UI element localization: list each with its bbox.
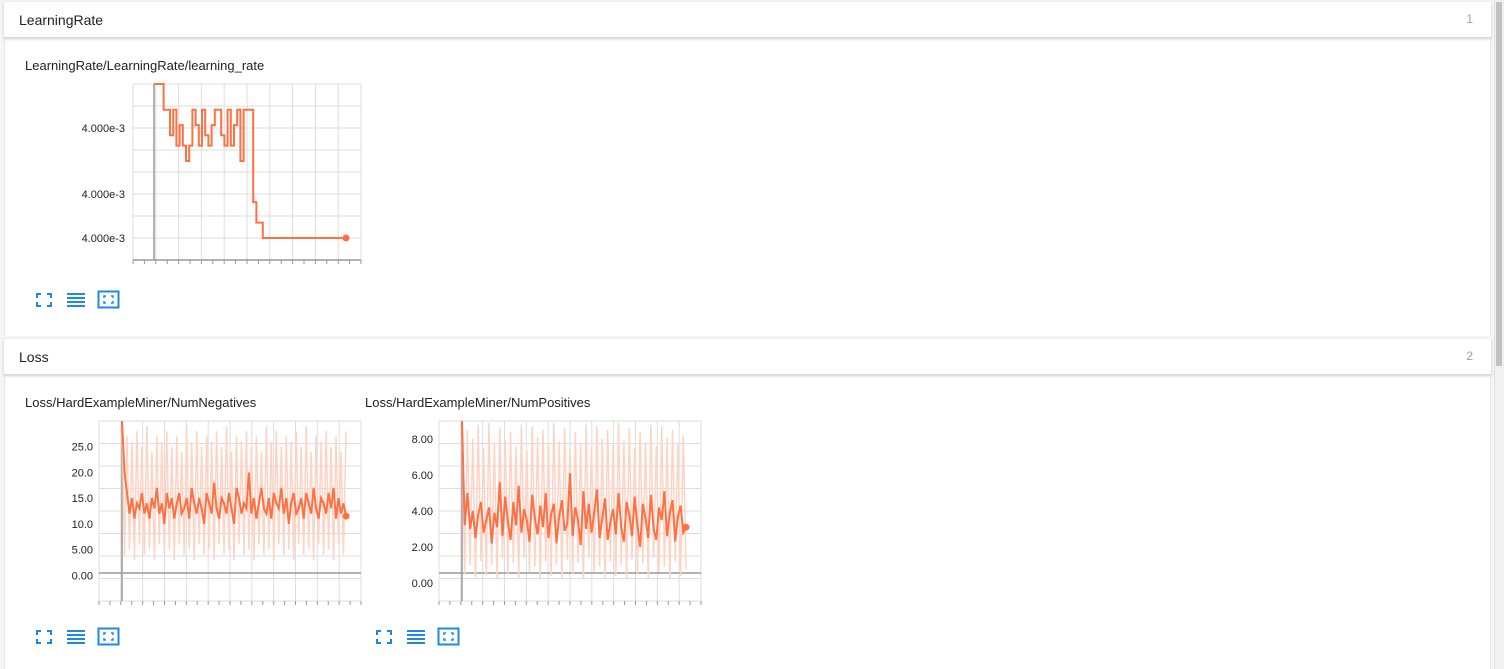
list-icon[interactable] [65,627,87,647]
y-tick-label: 15.0 [72,493,93,505]
group-count: 2 [1466,349,1473,363]
y-tick-label: 8.00 [412,434,433,446]
chart-card-num-positives: Loss/HardExampleMiner/NumPositives 0.00 2… [345,375,705,665]
y-tick-label: 0.00 [412,578,433,590]
card-title: Loss/HardExampleMiner/NumNegatives [25,395,257,410]
line-chart[interactable]: 4.000e-3 4.000e-3 4.000e-3 [5,78,365,318]
card-title: Loss/HardExampleMiner/NumPositives [365,395,591,410]
list-icon[interactable] [65,290,87,310]
chart-card-learning-rate: LearningRate/LearningRate/learning_rate … [5,38,365,328]
group-count: 1 [1466,12,1473,26]
fullscreen-icon[interactable] [33,290,55,310]
y-tick-label: 5.00 [72,545,93,557]
group-body-learningrate: LearningRate/LearningRate/learning_rate … [4,38,1491,336]
line-chart[interactable]: 0.00 5.00 10.0 15.0 20.0 25.0 [5,415,365,655]
chart-toolbar [373,627,473,647]
fullscreen-icon[interactable] [373,627,395,647]
group-header-loss[interactable]: Loss 2 [4,339,1491,375]
group-title: LearningRate [19,12,104,28]
y-tick-label: 4.00 [412,506,433,518]
group-body-loss: Loss/HardExampleMiner/NumNegatives 0.00 5… [4,375,1491,669]
line-chart[interactable]: 0.00 2.00 4.00 6.00 8.00 [345,415,705,655]
y-tick-label: 2.00 [412,542,433,554]
y-tick-label: 4.000e-3 [82,233,125,245]
list-icon[interactable] [405,627,427,647]
chart-card-num-negatives: Loss/HardExampleMiner/NumNegatives 0.00 5… [5,375,365,665]
fit-domain-icon[interactable] [437,627,460,647]
fit-domain-icon[interactable] [97,627,120,647]
last-point[interactable] [682,523,690,531]
y-tick-label: 0.00 [72,570,93,582]
y-tick-label: 6.00 [412,470,433,482]
y-tick-label: 10.0 [72,519,93,531]
group-header-learningrate[interactable]: LearningRate 1 [4,2,1491,38]
group-title: Loss [19,349,49,365]
card-title: LearningRate/LearningRate/learning_rate [25,58,265,73]
last-point[interactable] [342,234,350,242]
y-tick-label: 4.000e-3 [82,123,125,135]
y-tick-label: 20.0 [72,467,93,479]
chart-toolbar [33,290,133,310]
chart-toolbar [33,627,133,647]
series-line [154,83,346,239]
scrollbar-thumb[interactable] [1496,2,1502,366]
fit-domain-icon[interactable] [97,290,120,310]
y-tick-label: 4.000e-3 [82,189,125,201]
page-scrollbar[interactable] [1494,0,1504,669]
y-tick-label: 25.0 [72,442,93,454]
fullscreen-icon[interactable] [33,627,55,647]
